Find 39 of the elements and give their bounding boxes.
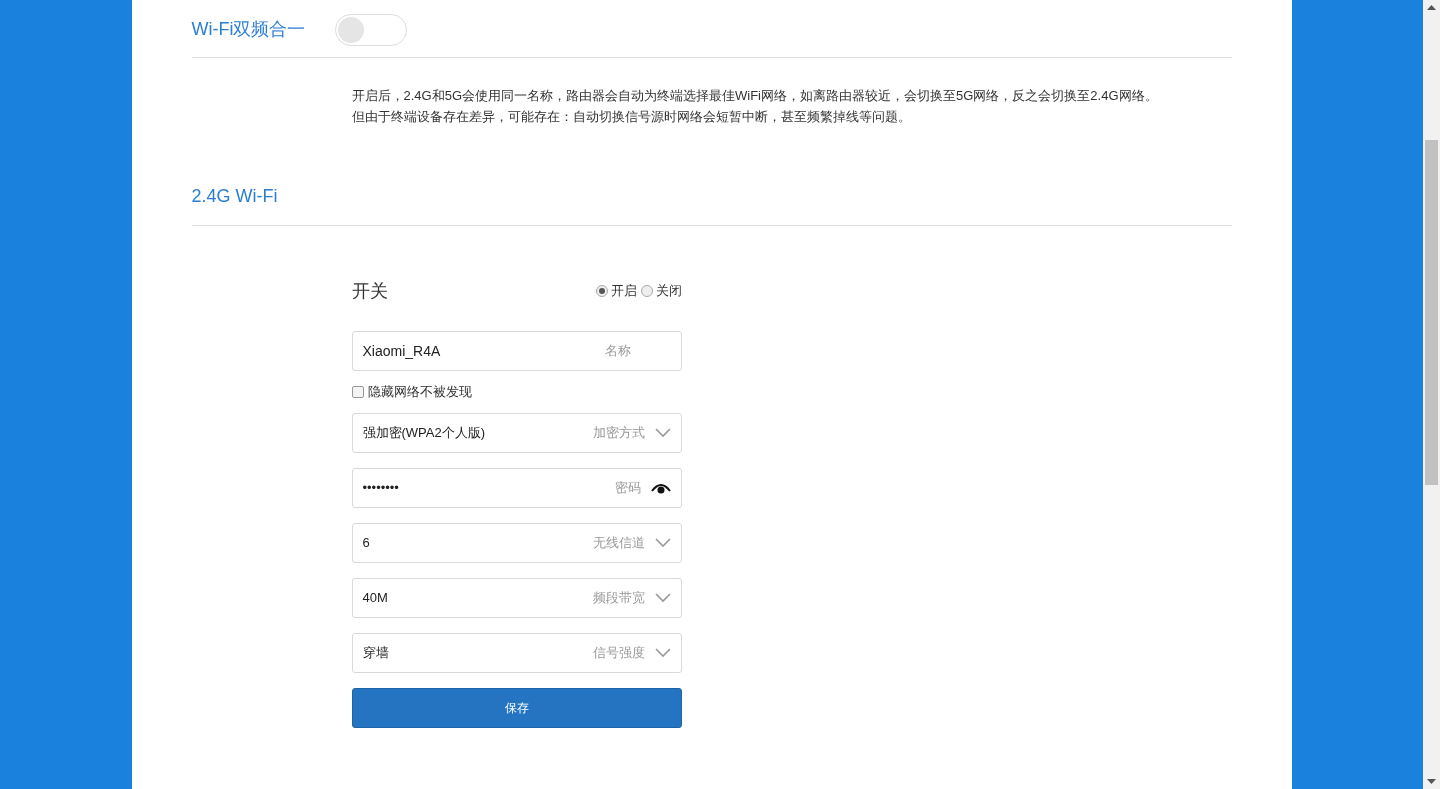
eye-icon[interactable] — [650, 482, 671, 494]
radio-label: 关闭 — [655, 282, 682, 301]
chevron-down-icon — [654, 648, 671, 658]
radio-button[interactable] — [640, 285, 653, 297]
checkbox-label: 隐藏网络不被发现 — [367, 383, 472, 402]
toggle-switch[interactable] — [335, 13, 408, 46]
scroll-up-icon[interactable] — [1427, 5, 1436, 10]
radio-label: 开启 — [610, 282, 637, 301]
section-title: 2.4G Wi-Fi — [191, 184, 278, 208]
input-field[interactable]: •••••••• 密码 — [351, 468, 682, 508]
field-label: 加密方式 — [592, 424, 645, 443]
field-label: 密码 — [614, 479, 641, 498]
field-value: •••••••• — [362, 479, 400, 498]
chevron-down-icon — [654, 538, 671, 548]
radio-button[interactable] — [595, 285, 608, 297]
chevron-down-icon — [654, 593, 671, 603]
description-text: 开启后，2.4G和5G会使用同一名称，路由器会自动为终端选择最佳WiFi网络，如离路由器较近，会切换至5G网络，反之会切换至2.4G网络。 — [351, 87, 1159, 105]
checkbox[interactable] — [351, 386, 364, 398]
scroll-down-icon[interactable] — [1427, 779, 1436, 784]
scrollbar[interactable] — [1423, 0, 1440, 789]
field-label: 名称 — [604, 342, 631, 361]
description-text: 但由于终端设备存在差异，可能存在：自动切换信号源时网络会短暂中断，甚至频繁掉线等问题。 — [351, 108, 912, 126]
field-value: Xiaomi_R4A — [362, 341, 442, 361]
save-button[interactable]: 保存 — [351, 688, 682, 728]
field-value: 40M — [362, 589, 389, 608]
switch-label: 开关 — [351, 279, 388, 303]
field-value: 6 — [362, 534, 371, 553]
select-field[interactable]: 穿墙 信号强度 — [351, 633, 682, 673]
field-value: 穿墙 — [362, 644, 390, 663]
field-label: 频段带宽 — [592, 589, 645, 608]
section-title: Wi-Fi双频合一 — [191, 18, 306, 41]
field-label: 信号强度 — [592, 644, 645, 663]
field-label: 无线信道 — [592, 534, 645, 553]
select-field[interactable]: 6 无线信道 — [351, 523, 682, 563]
chevron-down-icon — [654, 428, 671, 438]
field-value: 强加密(WPA2个人版) — [362, 424, 487, 443]
input-field[interactable]: Xiaomi_R4A 名称 — [351, 331, 682, 371]
select-field[interactable]: 强加密(WPA2个人版) 加密方式 — [351, 413, 682, 453]
select-field[interactable]: 40M 频段带宽 — [351, 578, 682, 618]
